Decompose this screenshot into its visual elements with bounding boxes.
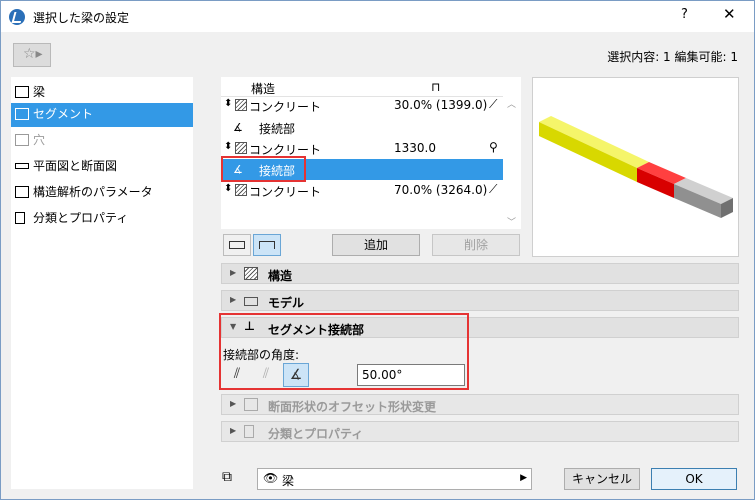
- reorder-icon[interactable]: ⬍: [224, 141, 232, 152]
- beam-preview-graphic: [539, 116, 733, 218]
- segment-row-1[interactable]: ⬍ コンクリート 30.0% (1399.0) ⟋: [221, 95, 503, 116]
- expand-icon: ▶: [230, 426, 237, 435]
- eye-icon: 👁: [263, 471, 279, 485]
- model-icon: [244, 297, 258, 306]
- nav-item-floorplan[interactable]: 平面図と断面図: [11, 155, 193, 179]
- panel-structure[interactable]: ▶ 構造: [221, 263, 739, 284]
- delete-button[interactable]: 削除: [432, 234, 520, 256]
- joint-label: 接続部: [259, 122, 296, 136]
- dialog-title: 選択した梁の設定: [33, 11, 130, 25]
- expand-icon: ▶: [230, 399, 237, 408]
- nav-item-beam[interactable]: 梁: [11, 81, 193, 105]
- nav-item-hole: 穴: [11, 129, 193, 153]
- highlight-joint-panel: [219, 313, 469, 390]
- selection-info: 選択内容: 1 編集可能: 1: [607, 50, 738, 64]
- panel-model[interactable]: ▶ モデル: [221, 290, 739, 311]
- joint-angle-icon: ∡: [233, 121, 243, 134]
- dropdown-arrow-icon: ▶: [520, 473, 527, 483]
- floorplan-icon: [15, 163, 29, 169]
- segment-row-3[interactable]: ⬍ コンクリート 70.0% (3264.0) ⟋: [221, 180, 503, 201]
- list-scrollbar[interactable]: ︿ ﹀: [505, 97, 519, 229]
- scroll-up-icon[interactable]: ︿: [507, 97, 516, 110]
- close-button[interactable]: ✕: [723, 5, 736, 23]
- add-button[interactable]: 追加: [332, 234, 420, 256]
- nav-item-label: 平面図と断面図: [33, 159, 118, 173]
- segment-icon: [15, 108, 29, 120]
- classification-icon: [15, 212, 25, 224]
- scroll-down-icon[interactable]: ﹀: [507, 215, 516, 228]
- rect-view-icon: [229, 241, 245, 249]
- expand-icon: ▶: [230, 295, 237, 304]
- segment-length: 1330.0: [394, 141, 436, 155]
- archicad-logo-icon: [9, 9, 25, 25]
- fixed-length-icon: ⚲: [489, 140, 498, 154]
- panel-label: 分類とプロパティ: [268, 427, 364, 441]
- ok-button[interactable]: OK: [651, 468, 737, 490]
- proportional-icon: ⟋: [489, 182, 498, 196]
- nav-item-structural[interactable]: 構造解析のパラメータ: [11, 181, 193, 205]
- settings-nav: 梁 セグメント 穴 平面図と断面図 構造解析のパラメータ 分類とプロパティ: [11, 77, 193, 489]
- hole-icon: [15, 134, 29, 146]
- proportional-icon: ⟋: [489, 97, 498, 111]
- panel-label: 断面形状のオフセット形状変更: [268, 400, 437, 414]
- view-mode-button[interactable]: [223, 234, 251, 256]
- nav-item-segment[interactable]: セグメント: [11, 103, 193, 127]
- hatch-icon: [244, 267, 258, 280]
- beam-icon: [15, 86, 29, 98]
- segment-list: 構造 ⊓ ⬍ コンクリート 30.0% (1399.0) ⟋ ∡ 接続部 ⬍ コ…: [221, 77, 521, 229]
- layer-name: 梁: [282, 474, 295, 488]
- panel-offset: ▶ 断面形状のオフセット形状変更: [221, 394, 739, 415]
- section-view-icon: [259, 241, 275, 249]
- cancel-button[interactable]: キャンセル: [564, 468, 640, 490]
- dialog-window: 選択した梁の設定 ? ✕ ☆▸ 選択内容: 1 編集可能: 1 梁 セグメント …: [0, 0, 755, 500]
- layer-select[interactable]: 👁 梁 ▶: [257, 468, 532, 490]
- structural-icon: [15, 186, 29, 198]
- help-button[interactable]: ?: [681, 7, 688, 22]
- concrete-hatch-icon: [235, 142, 247, 154]
- concrete-hatch-icon: [235, 99, 247, 111]
- favorites-button[interactable]: ☆▸: [13, 43, 51, 67]
- nav-item-label: 梁: [33, 85, 46, 99]
- nav-item-label: 穴: [33, 133, 46, 147]
- dimension-icon: ⊓: [431, 80, 441, 94]
- reorder-icon[interactable]: ⬍: [224, 98, 232, 109]
- nav-item-label: 分類とプロパティ: [33, 211, 129, 225]
- nav-item-label: セグメント: [33, 107, 94, 121]
- nav-item-classification[interactable]: 分類とプロパティ: [11, 207, 193, 231]
- beam-3d-preview: [532, 77, 739, 257]
- panel-classification: ▶ 分類とプロパティ: [221, 421, 739, 442]
- view-mode-button-active[interactable]: [253, 234, 281, 256]
- joint-row-1[interactable]: ∡ 接続部: [221, 117, 503, 138]
- segment-list-header: 構造 ⊓: [221, 77, 503, 97]
- segment-material: コンクリート: [249, 185, 322, 199]
- panel-label: 構造: [268, 269, 293, 283]
- title-bar: 選択した梁の設定 ? ✕: [1, 1, 754, 32]
- segment-length: 70.0% (3264.0): [394, 183, 488, 197]
- segment-material: コンクリート: [249, 100, 322, 114]
- segment-length: 30.0% (1399.0): [394, 98, 488, 112]
- reorder-icon[interactable]: ⬍: [224, 183, 232, 194]
- layer-stack-icon: ⧉: [222, 469, 232, 485]
- star-icon: ☆▸: [23, 46, 43, 62]
- offset-icon: [244, 398, 258, 411]
- concrete-hatch-icon: [235, 184, 247, 196]
- highlight-joint-row: [221, 156, 306, 182]
- panel-label: モデル: [268, 296, 305, 310]
- classification-icon: [244, 425, 254, 438]
- nav-item-label: 構造解析のパラメータ: [33, 185, 153, 199]
- expand-icon: ▶: [230, 268, 237, 277]
